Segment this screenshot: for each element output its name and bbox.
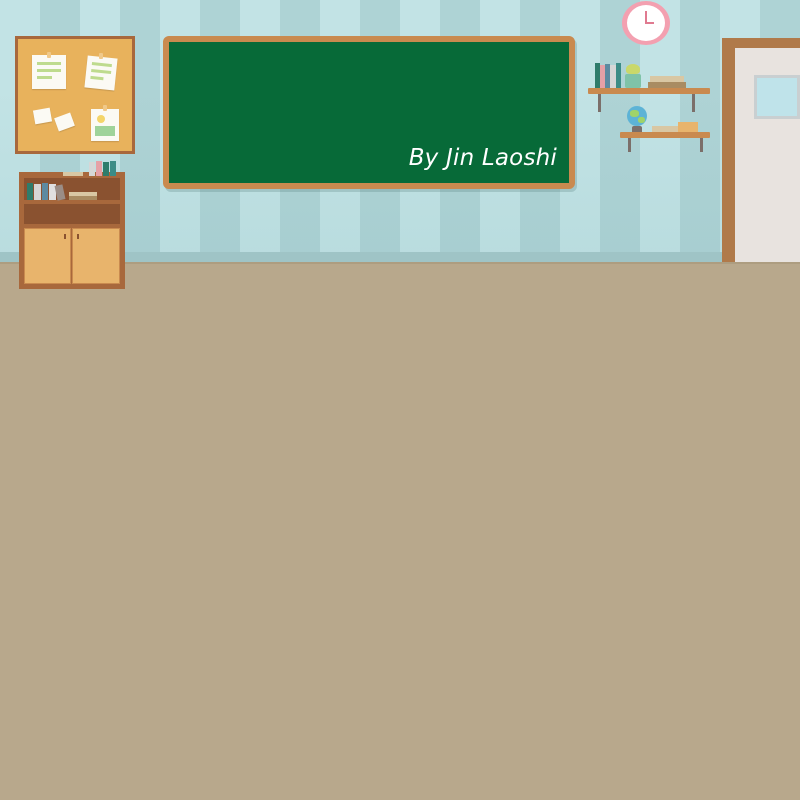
blackboard-icon: By Jin Laoshi xyxy=(163,36,575,189)
knob-icon xyxy=(77,234,79,239)
sticky-note xyxy=(54,112,75,132)
book-icon xyxy=(27,183,33,200)
book-icon xyxy=(89,162,95,176)
shelf-bracket xyxy=(692,94,695,112)
box-icon xyxy=(678,122,698,132)
door-window xyxy=(754,75,800,119)
knob-icon xyxy=(64,234,66,239)
book-icon xyxy=(42,183,48,200)
book-icon xyxy=(96,161,102,176)
paper-note xyxy=(84,55,118,91)
book-icon xyxy=(63,172,83,176)
pin-icon xyxy=(99,53,103,59)
pin-icon xyxy=(103,105,107,111)
sticky-note xyxy=(32,107,53,125)
classroom-scene: By Jin Laoshi xyxy=(0,0,800,800)
plant-pot-icon xyxy=(624,64,642,88)
shelf-bracket xyxy=(598,94,601,112)
wall-shelf-icon xyxy=(620,132,710,138)
book-icon xyxy=(34,184,41,200)
floor xyxy=(0,262,800,800)
book-icon xyxy=(103,162,109,176)
clock-hand-hour xyxy=(645,22,654,24)
shelf-bracket xyxy=(700,138,703,152)
clock-face xyxy=(627,5,665,41)
wall-clock-icon xyxy=(622,1,670,45)
globe-icon xyxy=(624,106,650,132)
book-icon xyxy=(616,63,621,88)
cabinet-door-left xyxy=(24,228,71,284)
book-icon xyxy=(110,161,116,176)
shelf-bracket xyxy=(628,138,631,152)
cabinet-shelf-lower xyxy=(24,204,120,224)
paper-note xyxy=(32,55,66,89)
book-icon xyxy=(652,126,678,132)
blackboard-text: By Jin Laoshi xyxy=(408,145,557,171)
bulletin-board-icon xyxy=(15,36,135,154)
picture-note xyxy=(91,109,119,141)
bookshelf-cabinet-icon xyxy=(19,161,125,289)
cabinet-door-right xyxy=(72,228,120,284)
pin-icon xyxy=(47,52,51,58)
book-icon xyxy=(648,82,686,88)
book-icon xyxy=(69,196,97,200)
